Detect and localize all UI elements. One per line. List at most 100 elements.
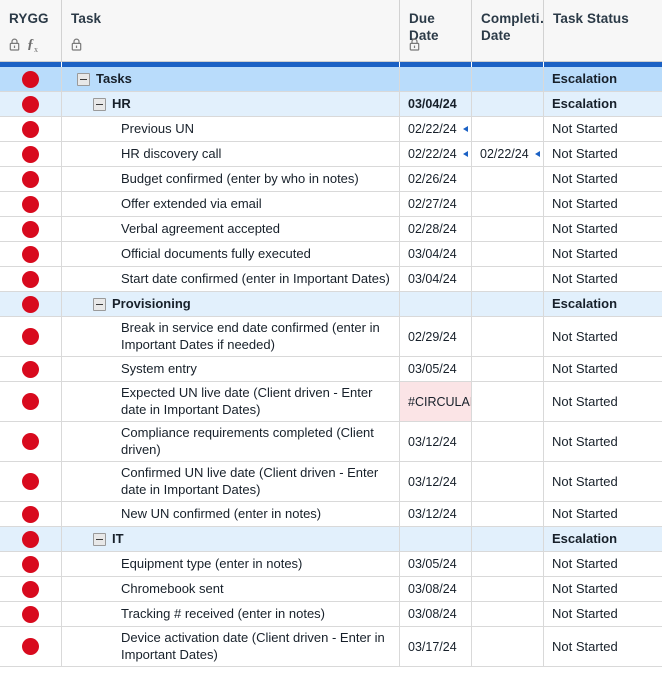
task-status-cell[interactable]: Not Started: [544, 552, 662, 576]
rygg-cell[interactable]: [0, 317, 62, 356]
due-date-cell[interactable]: 03/04/24: [400, 92, 472, 116]
task-status-cell[interactable]: Not Started: [544, 142, 662, 166]
completion-date-cell[interactable]: [472, 552, 544, 576]
task-cell[interactable]: Provisioning: [62, 292, 400, 316]
task-cell[interactable]: System entry: [62, 357, 400, 381]
table-row[interactable]: Start date confirmed (enter in Important…: [0, 267, 662, 292]
due-date-cell[interactable]: 03/05/24: [400, 357, 472, 381]
rygg-cell[interactable]: [0, 192, 62, 216]
completion-date-cell[interactable]: [472, 502, 544, 526]
table-row[interactable]: Provisioning Escalation: [0, 292, 662, 317]
due-date-cell[interactable]: 02/29/24: [400, 317, 472, 356]
table-row[interactable]: Expected UN live date (Client driven - E…: [0, 382, 662, 422]
table-row[interactable]: Previous UN 02/22/24 Not Started: [0, 117, 662, 142]
table-row[interactable]: HR 03/04/24 Escalation: [0, 92, 662, 117]
task-cell[interactable]: Device activation date (Client driven - …: [62, 627, 400, 666]
task-status-cell[interactable]: Escalation: [544, 92, 662, 116]
table-row[interactable]: Verbal agreement accepted 02/28/24 Not Sta…: [0, 217, 662, 242]
table-row[interactable]: Offer extended via email 02/27/24 Not Star…: [0, 192, 662, 217]
table-row[interactable]: Confirmed UN live date (Client driven - …: [0, 462, 662, 502]
completion-date-cell[interactable]: [472, 317, 544, 356]
task-status-cell[interactable]: Not Started: [544, 602, 662, 626]
due-date-cell[interactable]: 02/22/24: [400, 142, 472, 166]
completion-date-cell[interactable]: [472, 92, 544, 116]
task-status-cell[interactable]: Not Started: [544, 267, 662, 291]
table-row[interactable]: Device activation date (Client driven - …: [0, 627, 662, 667]
table-row[interactable]: Budget confirmed (enter by who in notes)…: [0, 167, 662, 192]
completion-date-cell[interactable]: [472, 117, 544, 141]
rygg-cell[interactable]: [0, 217, 62, 241]
collapse-toggle-icon[interactable]: [77, 72, 90, 86]
rygg-cell[interactable]: [0, 67, 62, 91]
column-header-completion-date[interactable]: Completi… Date: [472, 0, 544, 61]
rygg-cell[interactable]: [0, 382, 62, 421]
due-date-cell[interactable]: #CIRCULAR: [400, 382, 472, 421]
rygg-cell[interactable]: [0, 357, 62, 381]
rygg-cell[interactable]: [0, 142, 62, 166]
rygg-cell[interactable]: [0, 267, 62, 291]
column-header-due-date[interactable]: Due Date: [400, 0, 472, 61]
rygg-cell[interactable]: [0, 577, 62, 601]
task-status-cell[interactable]: Not Started: [544, 502, 662, 526]
completion-date-cell[interactable]: 02/22/24: [472, 142, 544, 166]
rygg-cell[interactable]: [0, 242, 62, 266]
rygg-cell[interactable]: [0, 422, 62, 461]
column-header-task[interactable]: Task: [62, 0, 400, 61]
completion-date-cell[interactable]: [472, 627, 544, 666]
task-cell[interactable]: Tracking # received (enter in notes): [62, 602, 400, 626]
table-row[interactable]: Official documents fully executed 03/04/2…: [0, 242, 662, 267]
rygg-cell[interactable]: [0, 527, 62, 551]
task-cell[interactable]: Offer extended via email: [62, 192, 400, 216]
task-cell[interactable]: Break in service end date confirmed (ent…: [62, 317, 400, 356]
rygg-cell[interactable]: [0, 462, 62, 501]
completion-date-cell[interactable]: [472, 357, 544, 381]
table-row[interactable]: Tasks Escalation: [0, 67, 662, 92]
rygg-cell[interactable]: [0, 117, 62, 141]
due-date-cell[interactable]: 03/04/24: [400, 242, 472, 266]
completion-date-cell[interactable]: [472, 267, 544, 291]
task-status-cell[interactable]: Not Started: [544, 117, 662, 141]
task-status-cell[interactable]: Escalation: [544, 67, 662, 91]
due-date-cell[interactable]: 03/12/24: [400, 502, 472, 526]
task-cell[interactable]: Start date confirmed (enter in Important…: [62, 267, 400, 291]
task-cell[interactable]: New UN confirmed (enter in notes): [62, 502, 400, 526]
table-row[interactable]: Equipment type (enter in notes) 03/05/24 N…: [0, 552, 662, 577]
due-date-cell[interactable]: 03/04/24: [400, 267, 472, 291]
rygg-cell[interactable]: [0, 167, 62, 191]
task-cell[interactable]: Expected UN live date (Client driven - E…: [62, 382, 400, 421]
completion-date-cell[interactable]: [472, 242, 544, 266]
rygg-cell[interactable]: [0, 552, 62, 576]
task-status-cell[interactable]: Not Started: [544, 242, 662, 266]
task-cell[interactable]: Chromebook sent: [62, 577, 400, 601]
completion-date-cell[interactable]: [472, 577, 544, 601]
table-row[interactable]: IT Escalation: [0, 527, 662, 552]
table-row[interactable]: Tracking # received (enter in notes) 03/0…: [0, 602, 662, 627]
table-row[interactable]: Break in service end date confirmed (ent…: [0, 317, 662, 357]
rygg-cell[interactable]: [0, 292, 62, 316]
due-date-cell[interactable]: 03/12/24: [400, 422, 472, 461]
completion-date-cell[interactable]: [472, 462, 544, 501]
due-date-cell[interactable]: 03/17/24: [400, 627, 472, 666]
completion-date-cell[interactable]: [472, 527, 544, 551]
task-cell[interactable]: IT: [62, 527, 400, 551]
completion-date-cell[interactable]: [472, 602, 544, 626]
completion-date-cell[interactable]: [472, 167, 544, 191]
task-cell[interactable]: Compliance requirements completed (Clien…: [62, 422, 400, 461]
column-header-task-status[interactable]: Task Status: [544, 0, 662, 61]
task-cell[interactable]: Previous UN: [62, 117, 400, 141]
completion-date-cell[interactable]: [472, 292, 544, 316]
due-date-cell[interactable]: 03/08/24: [400, 577, 472, 601]
task-cell[interactable]: HR: [62, 92, 400, 116]
task-status-cell[interactable]: Not Started: [544, 217, 662, 241]
due-date-cell[interactable]: 02/28/24: [400, 217, 472, 241]
due-date-cell[interactable]: 03/12/24: [400, 462, 472, 501]
completion-date-cell[interactable]: [472, 192, 544, 216]
due-date-cell[interactable]: 02/27/24: [400, 192, 472, 216]
completion-date-cell[interactable]: [472, 382, 544, 421]
collapse-toggle-icon[interactable]: [93, 297, 106, 311]
task-status-cell[interactable]: Escalation: [544, 527, 662, 551]
task-cell[interactable]: Confirmed UN live date (Client driven - …: [62, 462, 400, 501]
task-status-cell[interactable]: Not Started: [544, 317, 662, 356]
completion-date-cell[interactable]: [472, 422, 544, 461]
task-cell[interactable]: HR discovery call: [62, 142, 400, 166]
